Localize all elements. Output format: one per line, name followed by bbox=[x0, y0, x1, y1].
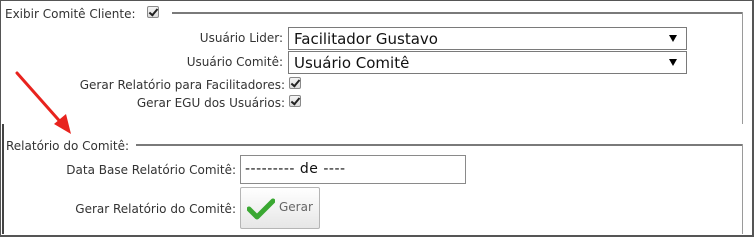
gerar-button-label: Gerar bbox=[279, 200, 313, 214]
gerar-egu-checkbox[interactable] bbox=[289, 95, 301, 107]
fieldset-right-border bbox=[742, 12, 743, 124]
usuario-lider-value: Facilitador Gustavo bbox=[294, 30, 438, 48]
data-base-relatorio-label: Data Base Relatório Comitê: bbox=[66, 163, 236, 177]
usuario-comite-label: Usuário Comitê: bbox=[186, 55, 283, 69]
chevron-down-icon bbox=[669, 59, 677, 66]
section-top-border bbox=[136, 144, 742, 146]
data-base-relatorio-input[interactable]: --------- de ---- bbox=[240, 155, 466, 184]
usuario-lider-label: Usuário Lider: bbox=[199, 31, 283, 45]
exibir-comite-cliente-label: Exibir Comitê Cliente: bbox=[5, 7, 136, 21]
relatorio-comite-title: Relatório do Comitê: bbox=[6, 139, 129, 153]
section-left-border bbox=[2, 124, 4, 234]
gerar-button[interactable]: Gerar bbox=[240, 187, 320, 229]
exibir-comite-cliente-checkbox[interactable] bbox=[147, 6, 159, 18]
usuario-comite-value: Usuário Comitê bbox=[294, 54, 410, 72]
check-icon bbox=[247, 198, 275, 220]
gerar-relatorio-facilitadores-label: Gerar Relatório para Facilitadores: bbox=[79, 78, 285, 92]
gerar-egu-label: Gerar EGU dos Usuários: bbox=[136, 96, 285, 110]
fieldset-top-border bbox=[172, 12, 742, 14]
data-base-relatorio-value: --------- de ---- bbox=[245, 161, 346, 177]
chevron-down-icon bbox=[669, 35, 677, 42]
annotation-arrow-icon bbox=[15, 71, 71, 134]
usuario-lider-select[interactable]: Facilitador Gustavo bbox=[288, 27, 687, 50]
gerar-relatorio-comite-label: Gerar Relatório do Comitê: bbox=[75, 202, 236, 216]
usuario-comite-select[interactable]: Usuário Comitê bbox=[288, 51, 687, 74]
gerar-relatorio-facilitadores-checkbox[interactable] bbox=[289, 77, 301, 89]
section-right-border bbox=[742, 144, 743, 234]
